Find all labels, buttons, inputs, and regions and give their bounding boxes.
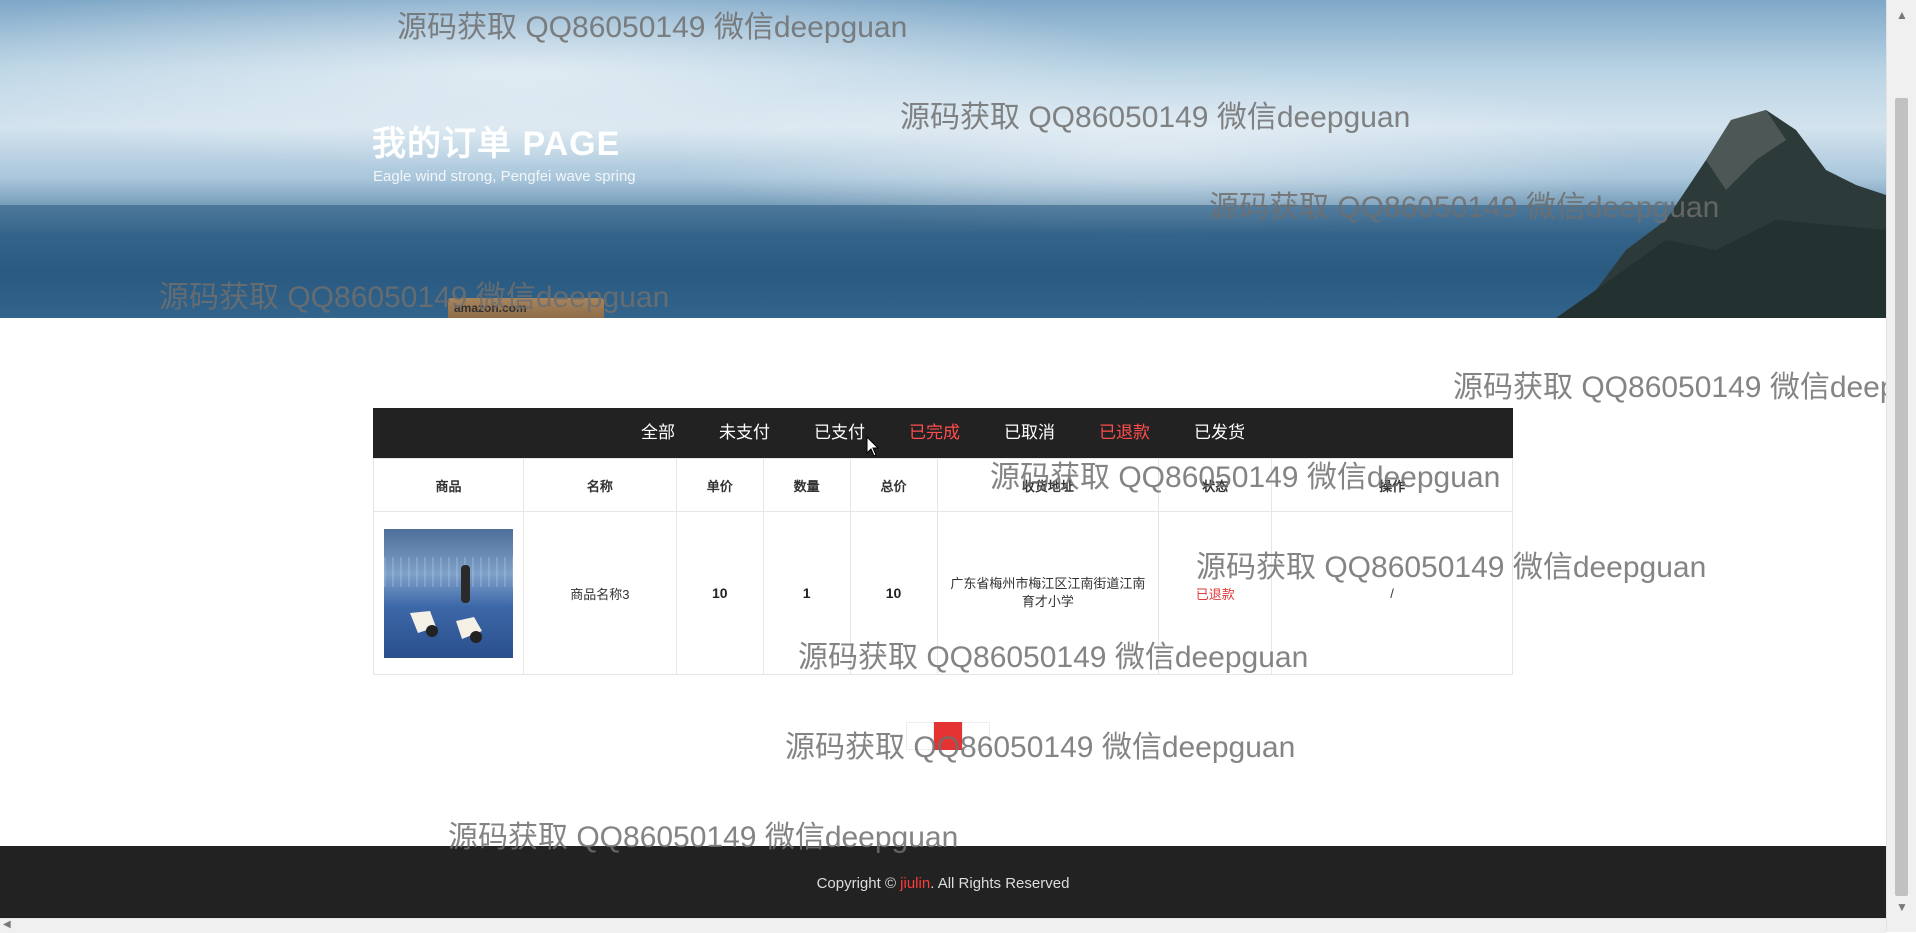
orders-table: 商品 名称 单价 数量 总价 收货地址 状态 操作 商品名称3 10 1 10 … (373, 458, 1513, 675)
product-image-cell (373, 511, 524, 675)
mouse-cursor-icon (866, 436, 880, 457)
badminton-shuttlecock-image[interactable] (383, 528, 513, 658)
header-status: 状态 (1158, 458, 1273, 512)
copyright-suffix: . All Rights Reserved (930, 875, 1070, 892)
table-header-row: 商品 名称 单价 数量 总价 收货地址 状态 操作 (373, 458, 1513, 512)
tab-shipped[interactable]: 已发货 (1172, 408, 1267, 458)
page-prev-button[interactable] (906, 722, 934, 750)
box-label: amazon.com (454, 301, 527, 315)
banner-mountain-image (1556, 110, 1886, 318)
header-action: 操作 (1271, 458, 1513, 512)
header-address: 收货地址 (936, 458, 1160, 512)
tab-completed[interactable]: 已完成 (887, 408, 982, 458)
address-text: 广东省梅州市梅江区江南街道江南育才小学 (950, 576, 1146, 609)
address-cell: 广东省梅州市梅江区江南街道江南育才小学 (936, 511, 1160, 675)
header-unit-price: 单价 (675, 458, 764, 512)
scroll-left-arrow-icon[interactable]: ◀ (3, 919, 11, 930)
page-current-button[interactable] (934, 722, 962, 750)
status-badge: 已退款 (1195, 586, 1235, 602)
copyright-prefix: Copyright © (816, 875, 901, 892)
header-quantity: 数量 (762, 458, 851, 512)
page-subtitle: Eagle wind strong, Pengfei wave spring (373, 168, 636, 185)
shuttlecock-icon (455, 616, 482, 643)
footer-brand-link[interactable]: jiulin (900, 875, 930, 892)
total-price-cell: 10 (849, 511, 938, 675)
header-name: 名称 (522, 458, 677, 512)
unit-price-cell: 10 (675, 511, 764, 675)
product-name-cell: 商品名称3 (522, 511, 677, 675)
scroll-up-arrow-icon[interactable]: ▲ (1896, 8, 1908, 22)
footer: Copyright © jiulin. All Rights Reserved (0, 846, 1886, 918)
shuttlecock-icon (409, 610, 438, 637)
table-row: 商品名称3 10 1 10 广东省梅州市梅江区江南街道江南育才小学 已退款 / (373, 511, 1513, 675)
quantity-cell: 1 (762, 511, 851, 675)
order-status-tabs: 全部 未支付 已支付 已完成 已取消 已退款 已发货 (373, 408, 1513, 458)
page-title: 我的订单 PAGE (372, 125, 621, 163)
tab-cancelled[interactable]: 已取消 (982, 408, 1077, 458)
tab-unpaid[interactable]: 未支付 (697, 408, 792, 458)
watermark-text: 源码获取 QQ86050149 微信deep (1453, 371, 1897, 404)
pagination (906, 722, 990, 750)
horizontal-scrollbar[interactable]: ◀ (0, 918, 1886, 933)
header-total: 总价 (849, 458, 938, 512)
vertical-scrollbar[interactable]: ▲ ▼ (1886, 0, 1916, 932)
tab-all[interactable]: 全部 (619, 408, 697, 458)
action-cell: / (1271, 511, 1513, 675)
tab-refunded[interactable]: 已退款 (1077, 408, 1172, 458)
page-banner: amazon.com 我的订单 PAGE Eagle wind strong, … (0, 0, 1886, 318)
scrollbar-thumb[interactable] (1895, 98, 1908, 896)
watermark-text: 源码获取 QQ86050149 微信deepguan (785, 731, 1296, 764)
scroll-down-arrow-icon[interactable]: ▼ (1896, 900, 1908, 914)
header-product: 商品 (373, 458, 524, 512)
amazon-box-image: amazon.com (448, 298, 604, 318)
page-next-button[interactable] (962, 722, 990, 750)
status-cell: 已退款 (1158, 511, 1273, 675)
